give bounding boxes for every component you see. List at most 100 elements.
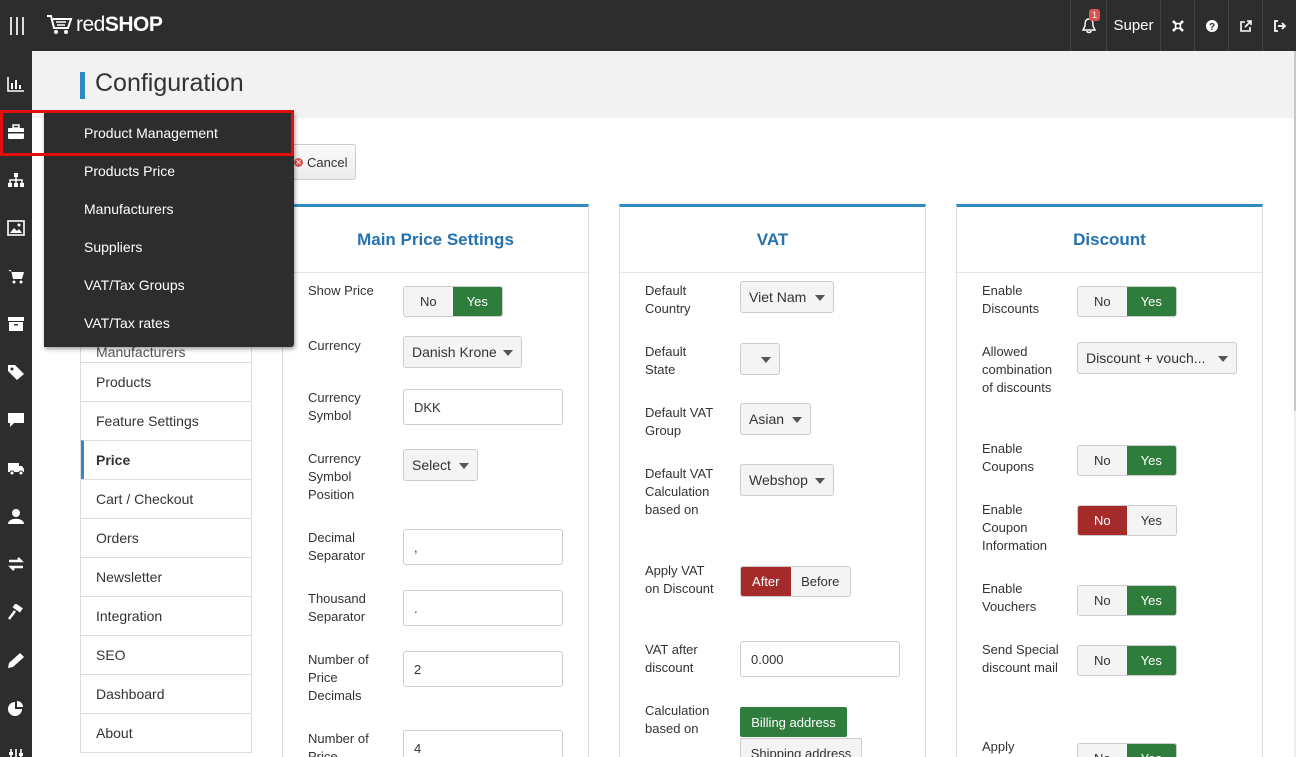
panel-title: Main Price Settings bbox=[283, 207, 588, 273]
config-nav-newsletter[interactable]: Newsletter bbox=[81, 557, 251, 596]
config-nav-integration[interactable]: Integration bbox=[81, 596, 251, 635]
svg-text:?: ? bbox=[1208, 22, 1214, 33]
config-nav-orders[interactable]: Orders bbox=[81, 518, 251, 557]
user-menu[interactable]: Super bbox=[1106, 0, 1160, 51]
sidebar-item-categories[interactable] bbox=[0, 156, 32, 204]
flyout-item-manufacturers[interactable]: Manufacturers bbox=[84, 201, 173, 217]
archive-icon bbox=[8, 317, 24, 331]
config-nav-products[interactable]: Products bbox=[81, 362, 251, 401]
price-decimals-2-input[interactable]: 4 bbox=[403, 730, 563, 757]
sidebar-item-communication[interactable] bbox=[0, 396, 32, 444]
config-nav-about[interactable]: About bbox=[81, 713, 251, 752]
apply-vat-on-discount-toggle[interactable]: After Before bbox=[740, 566, 851, 597]
sidebar-item-configuration[interactable] bbox=[0, 732, 32, 757]
flyout-item-suppliers[interactable]: Suppliers bbox=[84, 239, 142, 255]
logout-button[interactable] bbox=[1262, 0, 1296, 51]
default-state-select[interactable] bbox=[740, 343, 780, 375]
apply-no[interactable]: No bbox=[1078, 744, 1127, 757]
config-nav-cart-checkout[interactable]: Cart / Checkout bbox=[81, 479, 251, 518]
flyout-item-products-price[interactable]: Products Price bbox=[84, 163, 175, 179]
config-nav-seo[interactable]: SEO bbox=[81, 635, 251, 674]
flyout-item-vat-tax-rates[interactable]: VAT/Tax rates bbox=[84, 315, 170, 331]
sidebar-item-import-export[interactable] bbox=[0, 540, 32, 588]
price-decimals-2-label: Number of Price bbox=[308, 731, 369, 757]
default-country-select[interactable]: Viet Nam bbox=[740, 281, 834, 313]
allowed-combination-label: Allowed combination of discounts bbox=[982, 344, 1053, 395]
sidebar-item-archive[interactable] bbox=[0, 300, 32, 348]
chevron-down-icon bbox=[503, 350, 513, 356]
panel-title: VAT bbox=[620, 207, 925, 273]
vat-after-discount-input[interactable]: 0.000 bbox=[740, 641, 900, 677]
page-title: Configuration bbox=[95, 69, 244, 97]
enable-coupon-info-no[interactable]: No bbox=[1078, 506, 1127, 535]
currency-symbol-position-select[interactable]: Select bbox=[403, 449, 478, 481]
sliders-icon bbox=[9, 749, 23, 757]
external-link-button[interactable] bbox=[1228, 0, 1262, 51]
vat-calc-based-on-select[interactable]: Webshop bbox=[740, 464, 834, 496]
title-accent bbox=[80, 72, 85, 99]
currency-symbol-input[interactable]: DKK bbox=[403, 389, 563, 425]
apply-toggle[interactable]: No Yes bbox=[1077, 743, 1177, 757]
allowed-combination-value: Discount + vouch... bbox=[1086, 350, 1206, 366]
apply-vat-after[interactable]: After bbox=[741, 567, 791, 596]
apply-vat-before[interactable]: Before bbox=[790, 567, 850, 596]
help-icon: ? bbox=[1205, 19, 1218, 33]
send-special-discount-mail-toggle[interactable]: No Yes bbox=[1077, 645, 1177, 676]
enable-discounts-label: Enable Discounts bbox=[982, 283, 1040, 316]
sidebar-item-statistics[interactable] bbox=[0, 60, 32, 108]
enable-discounts-no[interactable]: No bbox=[1078, 287, 1127, 316]
notifications-button[interactable]: 1 bbox=[1070, 0, 1106, 51]
sitemap-icon bbox=[8, 173, 24, 187]
default-vat-group-select[interactable]: Asian bbox=[740, 403, 811, 435]
enable-vouchers-yes[interactable]: Yes bbox=[1126, 586, 1176, 615]
enable-vouchers-no[interactable]: No bbox=[1078, 586, 1127, 615]
enable-coupons-yes[interactable]: Yes bbox=[1126, 446, 1176, 475]
exchange-icon bbox=[8, 557, 24, 571]
sidebar-item-discounts[interactable] bbox=[0, 348, 32, 396]
allowed-combination-select[interactable]: Discount + vouch... bbox=[1077, 342, 1237, 374]
sidebar-item-customization[interactable] bbox=[0, 636, 32, 684]
show-price-yes[interactable]: Yes bbox=[452, 287, 502, 316]
decimal-separator-input[interactable]: , bbox=[403, 529, 563, 565]
billing-address-button[interactable]: Billing address bbox=[740, 707, 847, 737]
config-nav-dashboard[interactable]: Dashboard bbox=[81, 674, 251, 713]
flyout-item-vat-tax-groups[interactable]: VAT/Tax Groups bbox=[84, 277, 185, 293]
enable-coupons-no[interactable]: No bbox=[1078, 446, 1127, 475]
config-nav-feature-settings[interactable]: Feature Settings bbox=[81, 401, 251, 440]
chevron-down-icon bbox=[792, 417, 802, 423]
show-price-toggle[interactable]: No Yes bbox=[403, 286, 503, 317]
config-nav-price[interactable]: Price bbox=[81, 440, 251, 479]
image-icon bbox=[7, 220, 25, 236]
apply-yes[interactable]: Yes bbox=[1126, 744, 1176, 757]
enable-coupon-info-toggle[interactable]: No Yes bbox=[1077, 505, 1177, 536]
enable-discounts-yes[interactable]: Yes bbox=[1126, 287, 1176, 316]
menu-toggle-button[interactable] bbox=[0, 0, 34, 51]
sidebar-item-orders[interactable] bbox=[0, 252, 32, 300]
enable-coupon-info-yes[interactable]: Yes bbox=[1126, 506, 1176, 535]
sidebar-item-users[interactable] bbox=[0, 492, 32, 540]
show-price-no[interactable]: No bbox=[404, 287, 453, 316]
send-special-discount-mail-no[interactable]: No bbox=[1078, 646, 1127, 675]
sidebar-item-tools[interactable] bbox=[0, 588, 32, 636]
joomla-button[interactable] bbox=[1160, 0, 1194, 51]
default-vat-group-label: Default VAT Group bbox=[645, 405, 713, 438]
currency-select[interactable]: Danish Krone bbox=[403, 336, 522, 368]
sidebar-item-reports[interactable] bbox=[0, 684, 32, 732]
enable-coupons-toggle[interactable]: No Yes bbox=[1077, 445, 1177, 476]
sidebar-item-shipping[interactable] bbox=[0, 444, 32, 492]
help-button[interactable]: ? bbox=[1194, 0, 1228, 51]
logo-text: redSHOP bbox=[76, 13, 163, 36]
decimal-separator-label: Decimal Separator bbox=[308, 530, 366, 563]
default-state-label: Default State bbox=[645, 344, 687, 377]
price-decimals-input[interactable]: 2 bbox=[403, 651, 563, 687]
shipping-address-button[interactable]: Shipping address bbox=[740, 738, 862, 757]
thousand-separator-input[interactable]: . bbox=[403, 590, 563, 626]
cancel-button[interactable]: ✕ Cancel bbox=[287, 144, 356, 180]
send-special-discount-mail-yes[interactable]: Yes bbox=[1126, 646, 1176, 675]
send-special-discount-mail-label: Send Special discount mail bbox=[982, 642, 1059, 675]
enable-vouchers-toggle[interactable]: No Yes bbox=[1077, 585, 1177, 616]
redshop-logo[interactable]: redSHOP bbox=[46, 10, 163, 40]
enable-discounts-toggle[interactable]: No Yes bbox=[1077, 286, 1177, 317]
sidebar-item-media[interactable] bbox=[0, 204, 32, 252]
show-price-label: Show Price bbox=[308, 283, 374, 298]
